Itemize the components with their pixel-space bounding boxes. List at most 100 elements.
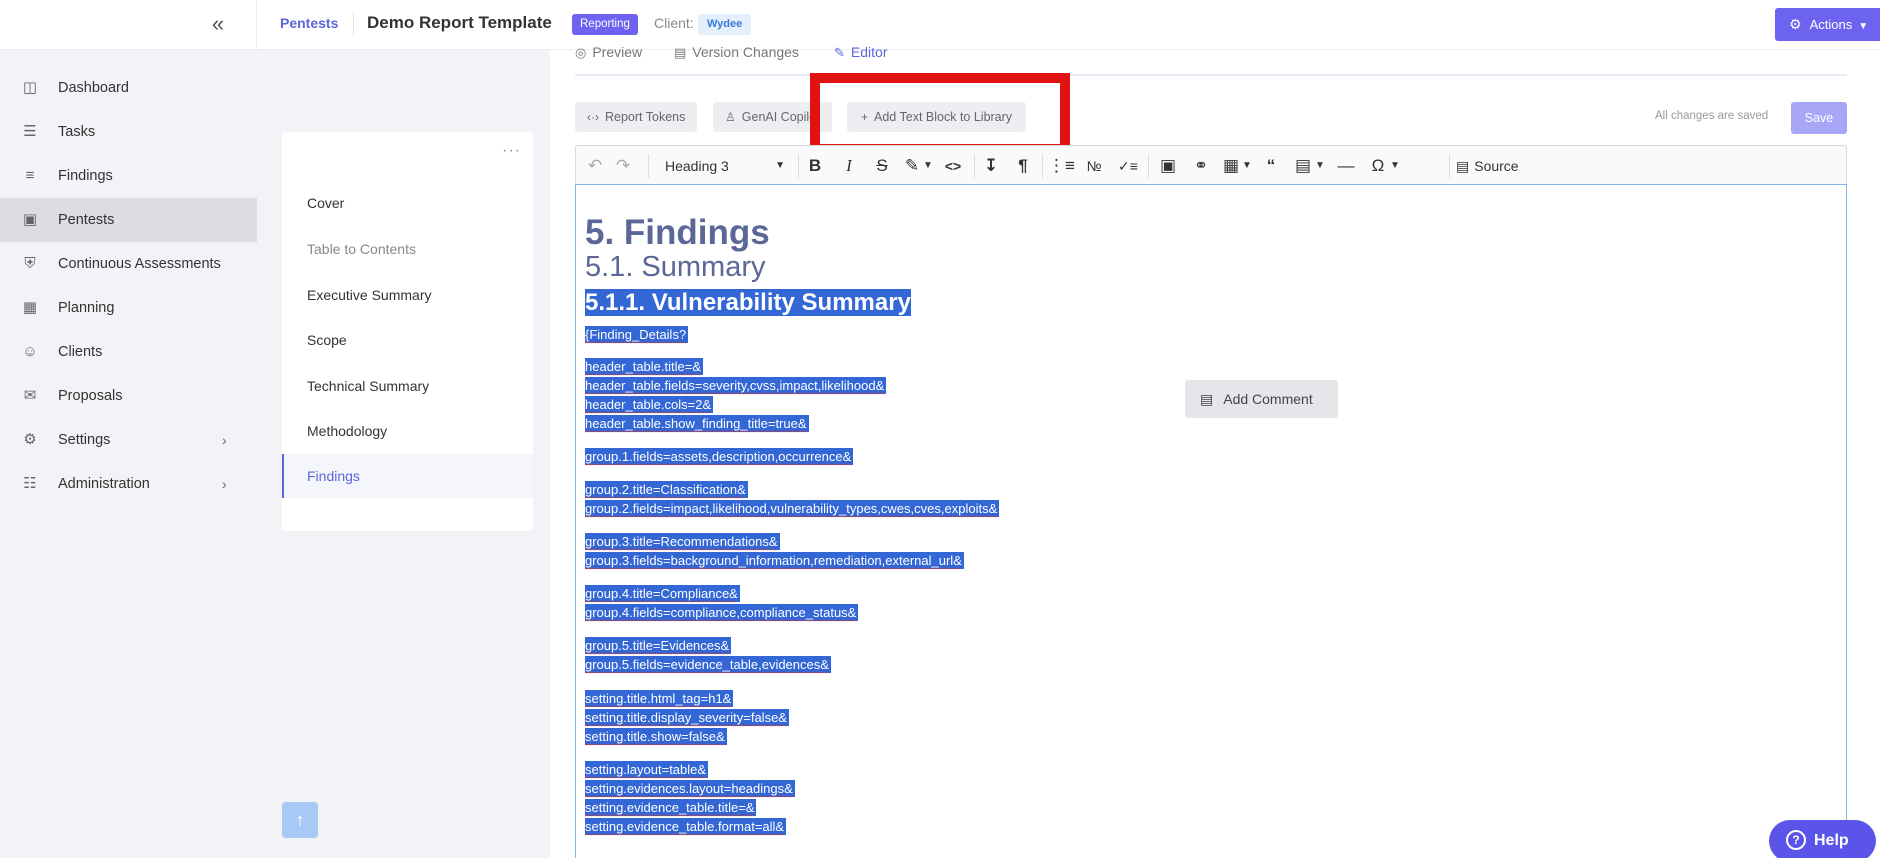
sidebar-item-tasks[interactable]: ☰ Tasks <box>0 110 257 154</box>
image-icon[interactable]: ▣ <box>1156 155 1180 177</box>
line-text: header_table.title=& <box>585 358 704 375</box>
text-direction-icon[interactable]: ↧ <box>980 155 1002 177</box>
breadcrumb-pentests[interactable]: Pentests <box>280 15 338 31</box>
genai-copilot-button[interactable]: ♙ GenAI Copilot <box>713 102 832 132</box>
report-tokens-button[interactable]: ‹·› Report Tokens <box>575 102 698 132</box>
document-icon: ▤ <box>674 45 687 60</box>
tasks-icon: ☰ <box>23 123 37 140</box>
sidebar-item-dashboard[interactable]: ◫ Dashboard <box>0 66 257 110</box>
sidebar-item-administration[interactable]: ☷ Administration › <box>0 462 257 506</box>
heading-value: Heading 3 <box>665 158 729 174</box>
tab-preview[interactable]: ◎ Preview <box>575 44 642 61</box>
source-button[interactable]: ▤ Source <box>1456 155 1519 177</box>
divider <box>256 0 257 50</box>
sidebar-item-label: Clients <box>58 344 103 360</box>
tab-version-changes[interactable]: ▤ Version Changes <box>674 44 799 61</box>
sidebar-item-planning[interactable]: ▦ Planning <box>0 286 257 330</box>
outline-item-technical-summary[interactable]: Technical Summary <box>282 364 533 408</box>
chevron-down-icon[interactable]: ▼ <box>921 155 935 177</box>
add-comment-button[interactable]: ▤ Add Comment <box>1185 380 1338 418</box>
line-text: setting.evidence_table.format=all& <box>585 818 787 835</box>
undo-icon[interactable]: ↶ <box>584 155 606 177</box>
line-text: setting.title.html_tag=h1& <box>585 690 734 707</box>
redo-icon[interactable]: ↷ <box>612 155 634 177</box>
sidebar-item-label: Planning <box>58 300 115 316</box>
bulleted-list-icon[interactable]: ⋮≡ <box>1048 155 1075 177</box>
blockquote-icon[interactable]: “ <box>1259 155 1283 177</box>
bold-icon[interactable]: B <box>804 155 826 177</box>
outline-item-executive-summary[interactable]: Executive Summary <box>282 273 533 317</box>
button-label: Add Comment <box>1223 391 1313 407</box>
source-label: Source <box>1474 158 1519 174</box>
code-block-icon[interactable]: ▤ <box>1291 155 1315 177</box>
chevron-down-icon: ▼ <box>775 160 785 171</box>
chevron-down-icon[interactable]: ▼ <box>1313 155 1327 177</box>
button-label: Add Text Block to Library <box>874 110 1013 124</box>
document-line: {Finding_Details? <box>585 325 689 344</box>
divider <box>1449 154 1450 178</box>
highlight-icon[interactable]: ✎ <box>901 155 923 177</box>
more-options-icon[interactable]: ··· <box>502 142 521 160</box>
sidebar-item-continuous-assessments[interactable]: ⛨ Continuous Assessments <box>0 242 257 286</box>
sidebar: ◫ Dashboard ☰ Tasks ≡ Findings ▣ Pentest… <box>0 50 257 858</box>
line-text: group.2.title=Classification& <box>585 481 748 498</box>
document-line: header_table.show_finding_title=true& <box>585 414 809 433</box>
line-text: {Finding_Details? <box>585 326 689 343</box>
save-status: All changes are saved <box>1655 110 1769 122</box>
sidebar-item-pentests[interactable]: ▣ Pentests <box>0 198 257 242</box>
todo-list-icon[interactable]: ✓≡ <box>1116 155 1140 177</box>
sidebar-item-clients[interactable]: ☺ Clients <box>0 330 257 374</box>
tab-label: Preview <box>592 44 643 60</box>
chevron-right-icon: › <box>222 476 227 492</box>
chevron-down-icon[interactable]: ▼ <box>1388 155 1402 177</box>
eye-icon: ◎ <box>575 45 587 60</box>
chevron-down-icon[interactable]: ▼ <box>1240 155 1254 177</box>
editor-content[interactable]: 5. Findings 5.1. Summary 5.1.1. Vulnerab… <box>575 184 1847 858</box>
strikethrough-icon[interactable]: S <box>871 155 893 177</box>
heading-summary: 5.1. Summary <box>585 251 766 283</box>
horizontal-line-icon[interactable]: — <box>1334 155 1358 177</box>
line-text: group.1.fields=assets,description,occurr… <box>585 448 854 465</box>
divider <box>353 12 354 36</box>
gear-icon: ⚙ <box>23 431 37 448</box>
save-button[interactable]: Save <box>1791 102 1847 134</box>
actions-label: Actions <box>1809 17 1853 32</box>
outline-item-table-of-contents[interactable]: Table to Contents <box>282 227 533 271</box>
document-line: group.4.fields=compliance,compliance_sta… <box>585 603 859 622</box>
tab-label: Editor <box>850 44 888 60</box>
numbered-list-icon[interactable]: № <box>1082 155 1106 177</box>
sidebar-item-label: Continuous Assessments <box>58 256 221 272</box>
italic-icon[interactable]: I <box>838 155 860 177</box>
sidebar-item-settings[interactable]: ⚙ Settings › <box>0 418 257 462</box>
scroll-to-top-button[interactable]: ↑ <box>282 802 318 838</box>
heading-dropdown[interactable]: Heading 3 ▼ <box>661 154 789 178</box>
button-label: GenAI Copilot <box>741 110 820 124</box>
sidebar-item-findings[interactable]: ≡ Findings <box>0 154 257 198</box>
paragraph-icon[interactable]: ¶ <box>1012 155 1034 177</box>
outline-item-findings[interactable]: Findings <box>282 454 533 498</box>
sidebar-item-proposals[interactable]: ✉ Proposals <box>0 374 257 418</box>
line-text: group.5.title=Evidences& <box>585 637 732 654</box>
actions-button[interactable]: ⚙ Actions ▼ <box>1775 8 1880 41</box>
comment-icon: ▤ <box>1200 391 1214 407</box>
code-icon[interactable]: <> <box>940 155 966 177</box>
tab-editor[interactable]: ✎ Editor <box>834 44 887 61</box>
client-badge[interactable]: Wydee <box>698 14 752 35</box>
special-characters-icon[interactable]: Ω <box>1366 155 1390 177</box>
divider <box>648 154 649 178</box>
clients-icon: ☺ <box>22 343 38 360</box>
help-button[interactable]: ? Help <box>1769 820 1876 858</box>
divider <box>1042 154 1043 178</box>
add-text-block-button[interactable]: + Add Text Block to Library <box>847 102 1027 132</box>
plus-icon: + <box>861 110 869 124</box>
outline-item-scope[interactable]: Scope <box>282 318 533 362</box>
code-brackets-icon: ‹·› <box>587 110 599 124</box>
document-line: setting.evidence_table.title=& <box>585 798 757 817</box>
divider <box>798 154 799 178</box>
outline-item-methodology[interactable]: Methodology <box>282 409 533 453</box>
link-icon[interactable]: ⚭ <box>1189 155 1213 177</box>
pentests-icon: ▣ <box>22 211 38 228</box>
collapse-sidebar-icon[interactable]: « <box>206 13 230 37</box>
outline-item-cover[interactable]: Cover <box>282 181 533 225</box>
sidebar-item-label: Proposals <box>58 388 123 404</box>
